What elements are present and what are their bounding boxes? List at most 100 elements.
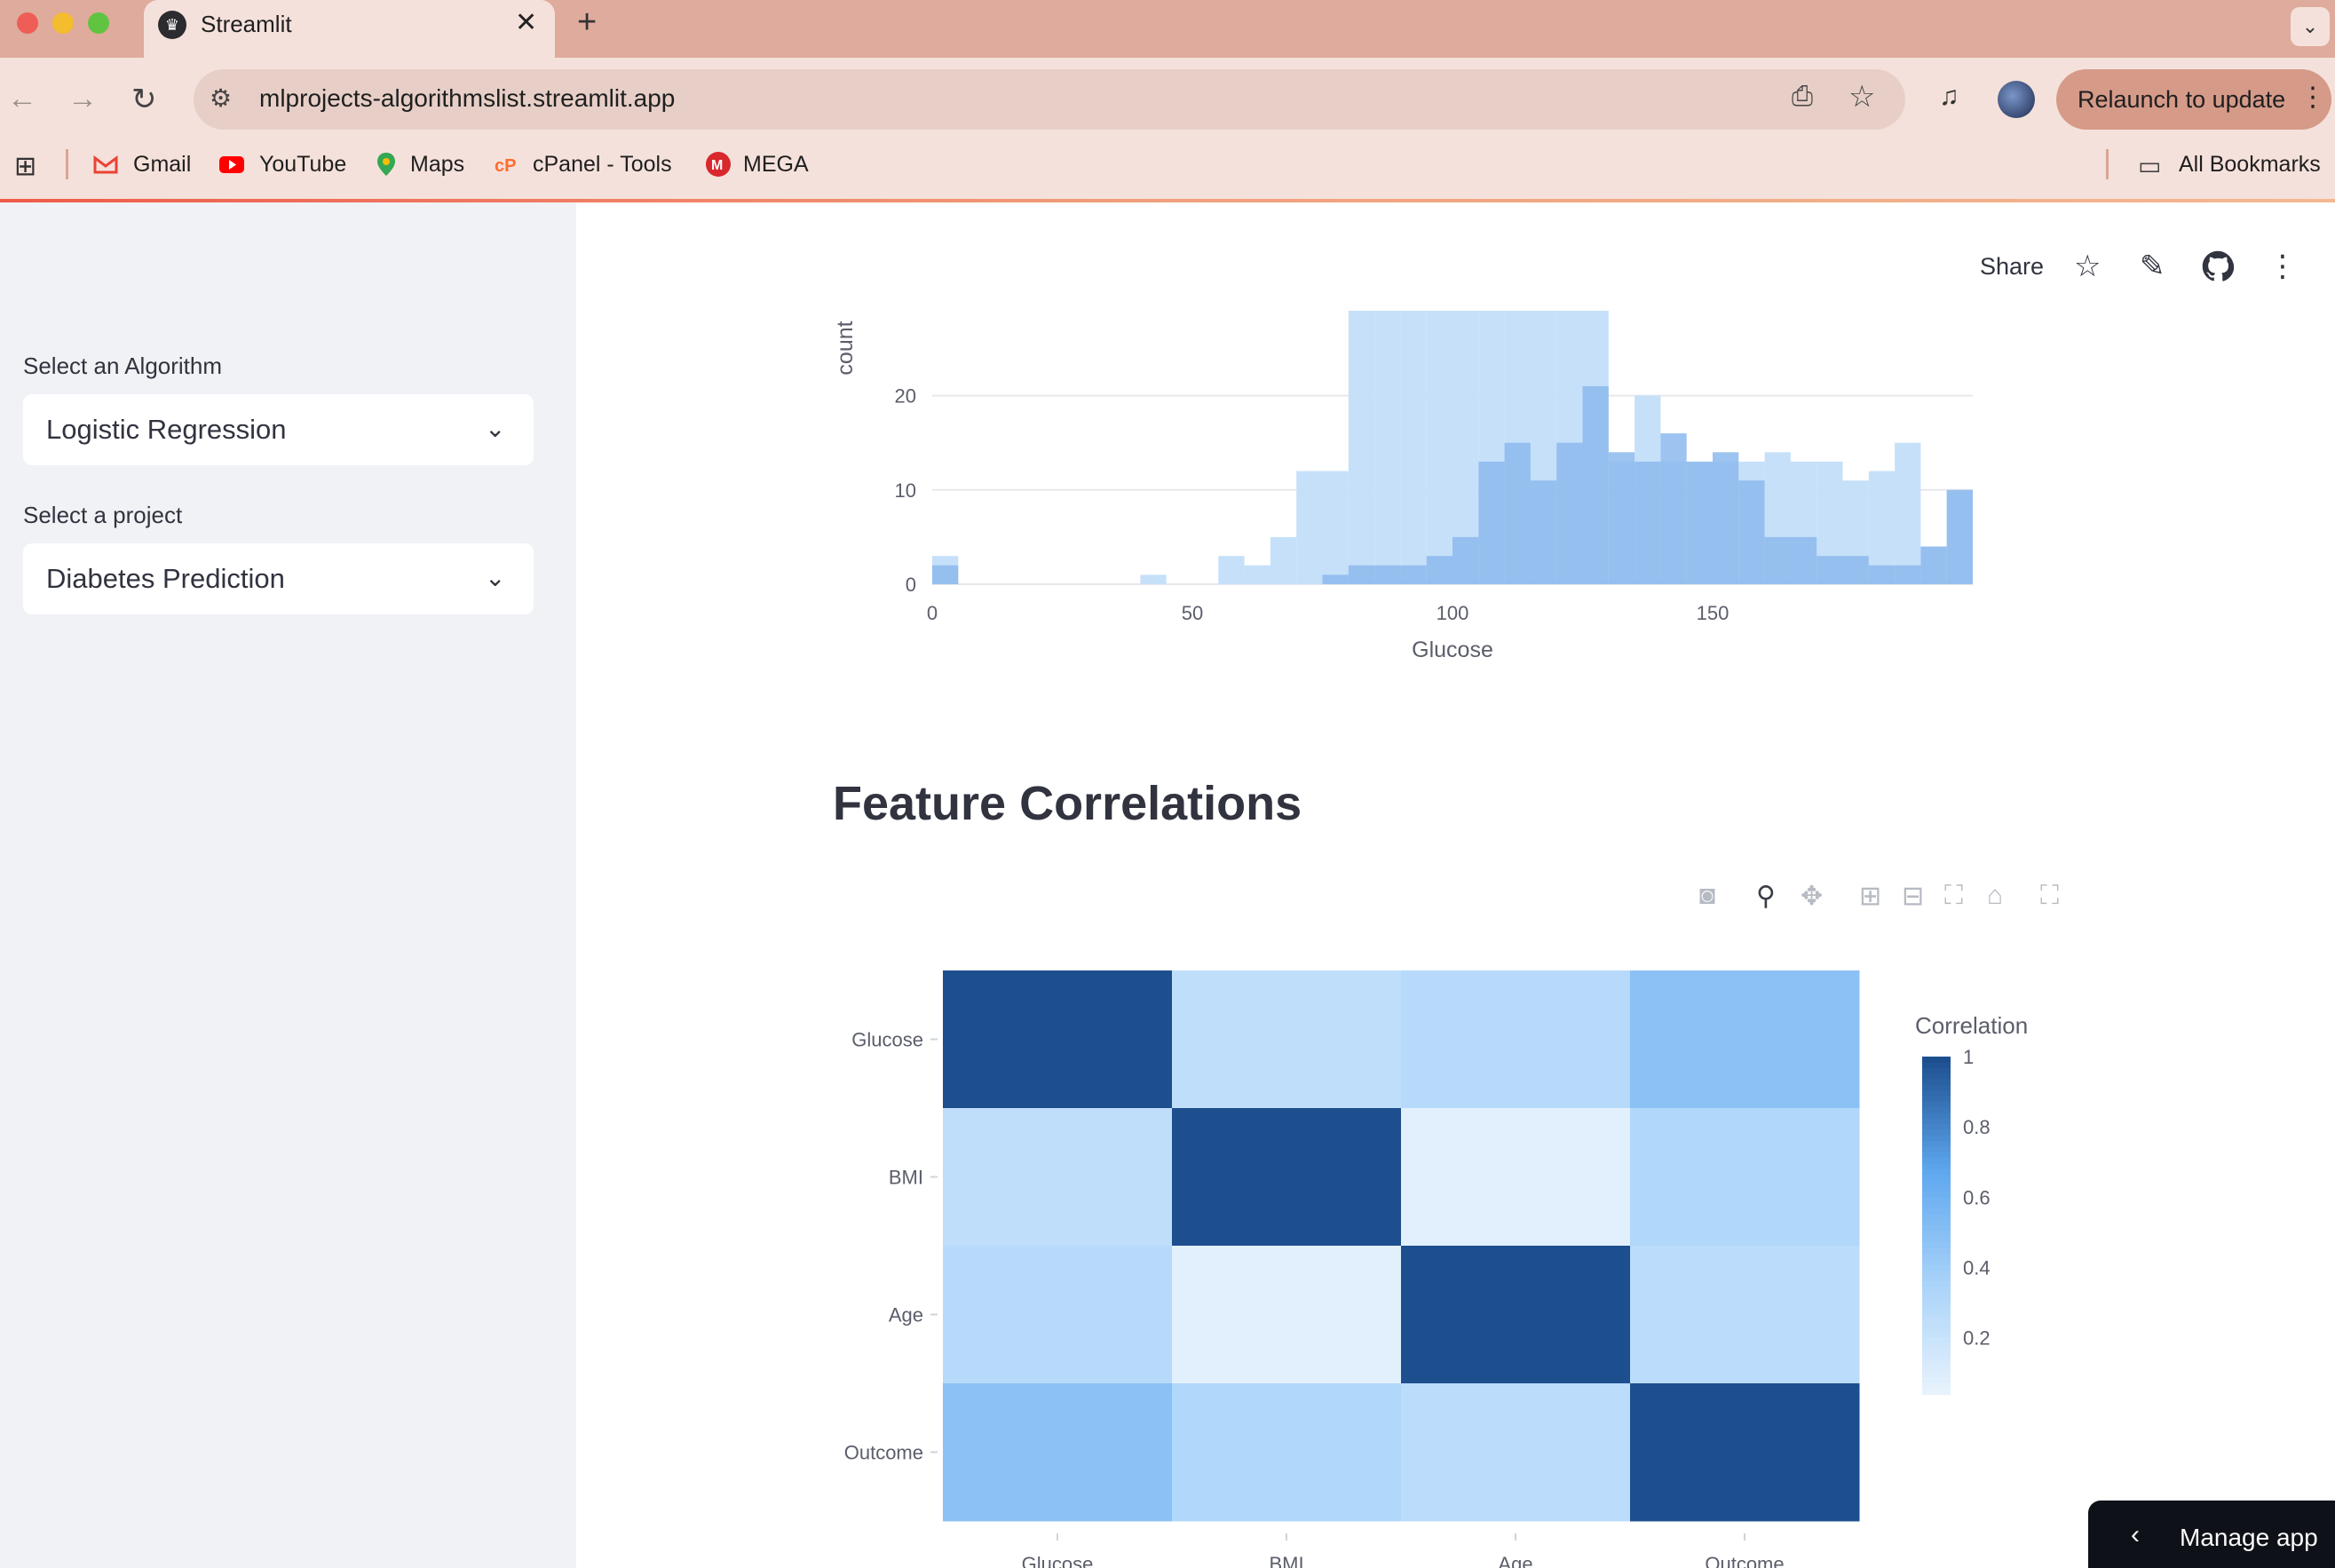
reload-icon[interactable]: ↻ xyxy=(131,82,157,117)
histogram-bar[interactable] xyxy=(932,565,959,584)
share-button[interactable]: Share xyxy=(1980,253,2044,281)
colorbar-segment xyxy=(1922,1129,1951,1136)
histogram-bar[interactable] xyxy=(1400,565,1427,584)
heatmap-cell[interactable] xyxy=(1630,1108,1860,1247)
back-arrow-icon[interactable]: ← xyxy=(7,82,37,116)
colorbar-segment xyxy=(1922,1388,1951,1395)
github-icon[interactable] xyxy=(2202,250,2234,282)
histogram-bar[interactable] xyxy=(1738,480,1765,584)
histogram-bar[interactable] xyxy=(1374,311,1401,584)
window-close-button[interactable] xyxy=(17,12,38,34)
forward-arrow-icon[interactable]: → xyxy=(67,82,98,116)
camera-icon[interactable]: ◙ xyxy=(1699,881,1715,911)
heatmap-cell[interactable] xyxy=(1630,970,1860,1109)
histogram-bar[interactable] xyxy=(1817,556,1843,584)
autoscale-icon[interactable]: ⛶ xyxy=(1944,881,1963,911)
histogram-bar[interactable] xyxy=(1582,385,1609,584)
bookmark-youtube[interactable]: YouTube xyxy=(259,152,346,178)
histogram-bar[interactable] xyxy=(1895,565,1921,584)
histogram-bar[interactable] xyxy=(1790,536,1817,584)
histogram-bar[interactable] xyxy=(1946,489,1973,584)
heatmap-cell[interactable] xyxy=(943,1383,1173,1522)
histogram-bar[interactable] xyxy=(1660,433,1687,584)
all-bookmarks[interactable]: All Bookmarks xyxy=(2179,152,2321,178)
tab-close-icon[interactable]: ✕ xyxy=(515,7,537,38)
heatmap-cell[interactable] xyxy=(1630,1246,1860,1384)
more-vertical-icon[interactable]: ⋮ xyxy=(2268,249,2298,284)
histogram-bar[interactable] xyxy=(1764,536,1791,584)
bookmark-cpanel[interactable]: cPanel - Tools xyxy=(533,152,672,178)
bookmark-maps[interactable]: Maps xyxy=(410,152,464,178)
heatmap-cell[interactable] xyxy=(1401,1246,1631,1384)
pan-icon[interactable]: ✥ xyxy=(1801,881,1823,912)
star-icon[interactable]: ☆ xyxy=(2074,249,2101,284)
media-controls-icon[interactable]: ♫ xyxy=(1939,82,1959,112)
apps-grid-icon[interactable]: ⊞ xyxy=(14,151,36,182)
url-text[interactable]: mlprojects-algorithmslist.streamlit.app xyxy=(259,84,675,113)
histogram-bar[interactable] xyxy=(1322,471,1349,584)
histogram-bar[interactable] xyxy=(1608,452,1635,584)
zoom-out-icon[interactable]: ⊟ xyxy=(1902,881,1924,912)
histogram-bar[interactable] xyxy=(1895,442,1921,584)
heatmap-cell[interactable] xyxy=(1401,1383,1631,1522)
reset-axes-icon[interactable]: ⌂ xyxy=(1987,881,2003,911)
histogram-bar[interactable] xyxy=(1556,442,1583,584)
heatmap-cell[interactable] xyxy=(1401,970,1631,1109)
histogram-bar[interactable] xyxy=(1218,556,1245,584)
window-maximize-button[interactable] xyxy=(88,12,109,34)
histogram-bar[interactable] xyxy=(1270,536,1297,584)
histogram-bar[interactable] xyxy=(1920,546,1947,584)
profile-avatar[interactable] xyxy=(1998,81,2035,118)
histogram-bar[interactable] xyxy=(1686,461,1713,584)
histogram-bar[interactable] xyxy=(1348,311,1375,584)
histogram-bar[interactable] xyxy=(1842,556,1869,584)
heatmap-cell[interactable] xyxy=(1172,1383,1402,1522)
histogram-bar[interactable] xyxy=(1452,536,1479,584)
heatmap-cell[interactable] xyxy=(1172,970,1402,1109)
histogram-bar[interactable] xyxy=(1634,461,1661,584)
colorbar-title: Correlation xyxy=(1915,1012,2028,1039)
histogram-bar[interactable] xyxy=(1713,452,1739,584)
heatmap-cell[interactable] xyxy=(1630,1383,1860,1522)
more-vertical-icon[interactable]: ⋮ xyxy=(2299,82,2326,113)
histogram-bar[interactable] xyxy=(1374,565,1401,584)
new-tab-plus-icon[interactable]: + xyxy=(577,4,597,42)
correlation-heatmap[interactable]: Glucose BMI Age Outcome Glucose BMI Age Outcome… xyxy=(817,950,2086,1568)
histogram-bar[interactable] xyxy=(1348,565,1375,584)
heatmap-cell[interactable] xyxy=(1172,1108,1402,1247)
histogram-bar[interactable] xyxy=(1244,565,1270,584)
histogram-bar[interactable] xyxy=(1504,442,1531,584)
histogram-bar[interactable] xyxy=(1296,471,1323,584)
colorbar-segment xyxy=(1922,1185,1951,1192)
tab-search-chevron-icon[interactable]: ⌄ xyxy=(2291,7,2330,46)
histogram-bar[interactable] xyxy=(1140,574,1167,584)
window-minimize-button[interactable] xyxy=(52,12,74,34)
site-info-icon[interactable]: ⚙ xyxy=(210,83,232,113)
histogram-bar[interactable] xyxy=(1426,311,1452,584)
colorbar-segment xyxy=(1922,1214,1951,1221)
histogram-bar[interactable] xyxy=(1400,311,1427,584)
edit-pencil-icon[interactable]: ✎ xyxy=(2140,249,2165,284)
x-tick-label: Outcome xyxy=(1705,1553,1784,1568)
fullscreen-icon[interactable]: ⛶ xyxy=(2040,881,2059,911)
bookmark-gmail[interactable]: Gmail xyxy=(133,152,191,178)
heatmap-cell[interactable] xyxy=(1401,1108,1631,1247)
install-app-icon[interactable]: ⎙ xyxy=(1792,82,1813,112)
heatmap-cell[interactable] xyxy=(943,1108,1173,1247)
heatmap-cell[interactable] xyxy=(943,970,1173,1109)
histogram-bar[interactable] xyxy=(1426,556,1452,584)
glucose-histogram[interactable]: 0 50 100 150 0 10 20 Glucose count xyxy=(826,293,2007,684)
chevron-left-icon: ‹ xyxy=(2131,1520,2140,1549)
colorbar-segment xyxy=(1922,1146,1951,1153)
zoom-icon[interactable]: ⚲ xyxy=(1756,881,1776,912)
heatmap-cell[interactable] xyxy=(943,1246,1173,1384)
bookmark-mega[interactable]: MEGA xyxy=(743,152,809,178)
histogram-bar[interactable] xyxy=(1478,461,1505,584)
histogram-bar[interactable] xyxy=(1530,480,1557,584)
x-tick-label: 50 xyxy=(1182,602,1203,624)
bookmark-star-icon[interactable]: ☆ xyxy=(1848,79,1875,115)
histogram-bar[interactable] xyxy=(1868,565,1896,584)
zoom-in-icon[interactable]: ⊞ xyxy=(1859,881,1881,912)
heatmap-cell[interactable] xyxy=(1172,1246,1402,1384)
histogram-bar[interactable] xyxy=(1322,574,1349,584)
